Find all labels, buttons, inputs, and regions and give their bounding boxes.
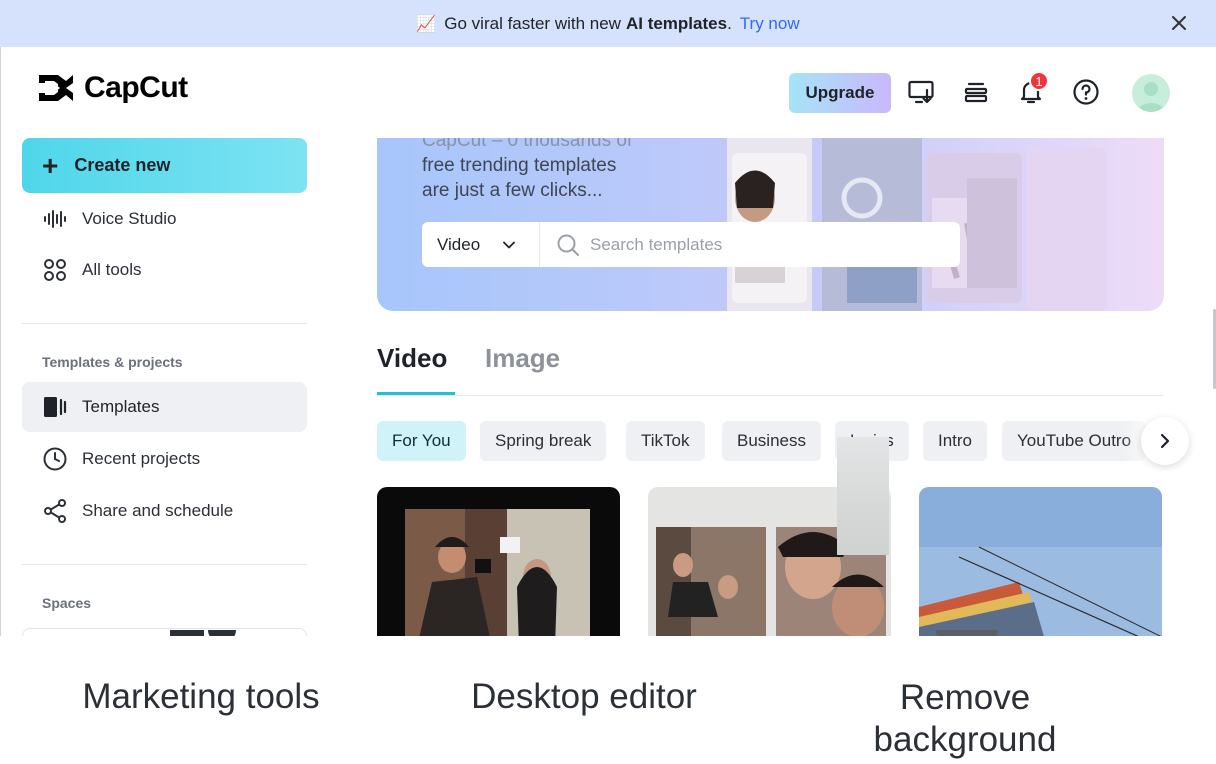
hero-line-2: are just a few clicks...	[422, 180, 603, 201]
media-type-dropdown[interactable]: Video	[422, 222, 540, 267]
feature-labels: Marketing tools Desktop editor Remove ba…	[0, 636, 1216, 764]
templates-icon	[44, 397, 67, 417]
hero-text: CapCut – 0 thousands of free trending te…	[422, 138, 632, 203]
section-title-templates: Templates & projects	[42, 354, 183, 370]
tab-image[interactable]: Image	[485, 343, 560, 374]
notifications-button[interactable]: 1	[1016, 71, 1049, 107]
capcut-app: 📈 Go viral faster with new AI templates.…	[0, 0, 1216, 764]
layers-stack-icon	[964, 82, 988, 103]
chip-tiktok[interactable]: TikTok	[626, 421, 705, 461]
help-button[interactable]	[1071, 77, 1101, 107]
banner-period: .	[727, 13, 732, 33]
chip-for-you[interactable]: For You	[377, 421, 466, 461]
dropdown-value: Video	[437, 234, 481, 254]
template-thumbnail	[919, 487, 1162, 636]
sidebar-item-templates[interactable]: Templates	[22, 382, 307, 432]
active-tab-indicator	[377, 392, 455, 395]
loading-overlay-block	[837, 437, 889, 555]
desktop-download-icon	[908, 80, 934, 104]
avatar-placeholder-icon	[1137, 82, 1165, 112]
search-templates-input[interactable]	[590, 234, 950, 255]
capcut-logo[interactable]: CapCut	[36, 71, 188, 105]
banner-strong-text: AI templates	[625, 13, 728, 33]
chips-next-button[interactable]	[1141, 417, 1189, 465]
capcut-logo-icon	[39, 75, 73, 101]
stack-button[interactable]	[961, 77, 991, 107]
space-card[interactable]	[22, 628, 307, 636]
chart-up-icon: 📈	[416, 15, 437, 33]
promo-banner: 📈 Go viral faster with new AI templates.…	[0, 0, 1216, 47]
chevron-down-icon	[503, 241, 516, 248]
notification-badge: 1	[1029, 71, 1049, 91]
chevron-right-icon	[1160, 433, 1170, 449]
main-window: CapCut Upgrade 1 + Create new Voice Stud…	[0, 47, 1216, 636]
sidebar-divider	[22, 323, 307, 324]
sidebar-item-recent-projects[interactable]: Recent projects	[22, 435, 307, 483]
template-card[interactable]	[919, 487, 1162, 636]
tab-video[interactable]: Video	[377, 343, 447, 374]
sidebar-item-voice-studio[interactable]: Voice Studio	[22, 195, 307, 243]
marketing-tools-label[interactable]: Marketing tools	[40, 676, 362, 718]
grid-dots-icon	[44, 259, 66, 281]
search-icon	[557, 234, 579, 256]
template-card[interactable]	[377, 487, 620, 636]
category-chips: For You Spring break TikTok Business Lyr…	[377, 421, 1177, 461]
sidebar-item-share-schedule[interactable]: Share and schedule	[22, 487, 307, 535]
banner-text: Go viral faster with new	[444, 13, 621, 33]
sidebar-item-label: Templates	[82, 397, 160, 416]
sidebar-item-all-tools[interactable]: All tools	[22, 246, 307, 294]
section-title-spaces: Spaces	[42, 595, 92, 611]
user-avatar[interactable]	[1132, 74, 1170, 112]
share-icon	[44, 499, 66, 523]
create-new-label: Create new	[74, 155, 171, 175]
sidebar-item-label: Share and schedule	[82, 501, 234, 520]
tabs-divider	[377, 395, 1164, 396]
sidebar-divider	[22, 564, 307, 565]
help-circle-icon	[1073, 79, 1099, 105]
upgrade-button[interactable]: Upgrade	[789, 73, 891, 113]
create-new-button[interactable]: + Create new	[22, 138, 307, 193]
chip-business[interactable]: Business	[722, 421, 821, 461]
remove-label-line-1: Remove	[899, 678, 1031, 717]
hero-banner: CapCut – 0 thousands of free trending te…	[377, 138, 1164, 311]
hero-line-0: CapCut – 0 thousands of	[422, 138, 633, 151]
remove-label-line-2: background	[873, 720, 1057, 759]
template-search-bar: Video	[422, 222, 960, 267]
plus-icon: +	[42, 149, 59, 181]
desktop-download-button[interactable]	[906, 77, 936, 107]
sidebar-item-label: All tools	[82, 260, 142, 279]
desktop-editor-label[interactable]: Desktop editor	[424, 676, 744, 718]
sidebar-item-label: Voice Studio	[82, 209, 177, 228]
clock-icon	[43, 447, 67, 471]
voice-wave-icon	[44, 210, 66, 228]
template-thumbnail	[377, 487, 620, 636]
remove-background-label[interactable]: Remove background	[820, 677, 1110, 761]
sidebar-item-label: Recent projects	[82, 449, 201, 468]
try-now-link[interactable]: Try now	[740, 14, 800, 34]
chip-intro[interactable]: Intro	[923, 421, 988, 461]
chip-spring-break[interactable]: Spring break	[480, 421, 607, 461]
close-banner-icon[interactable]	[1168, 12, 1190, 34]
logo-text: CapCut	[84, 71, 188, 104]
hero-line-1: free trending templates	[422, 155, 617, 176]
